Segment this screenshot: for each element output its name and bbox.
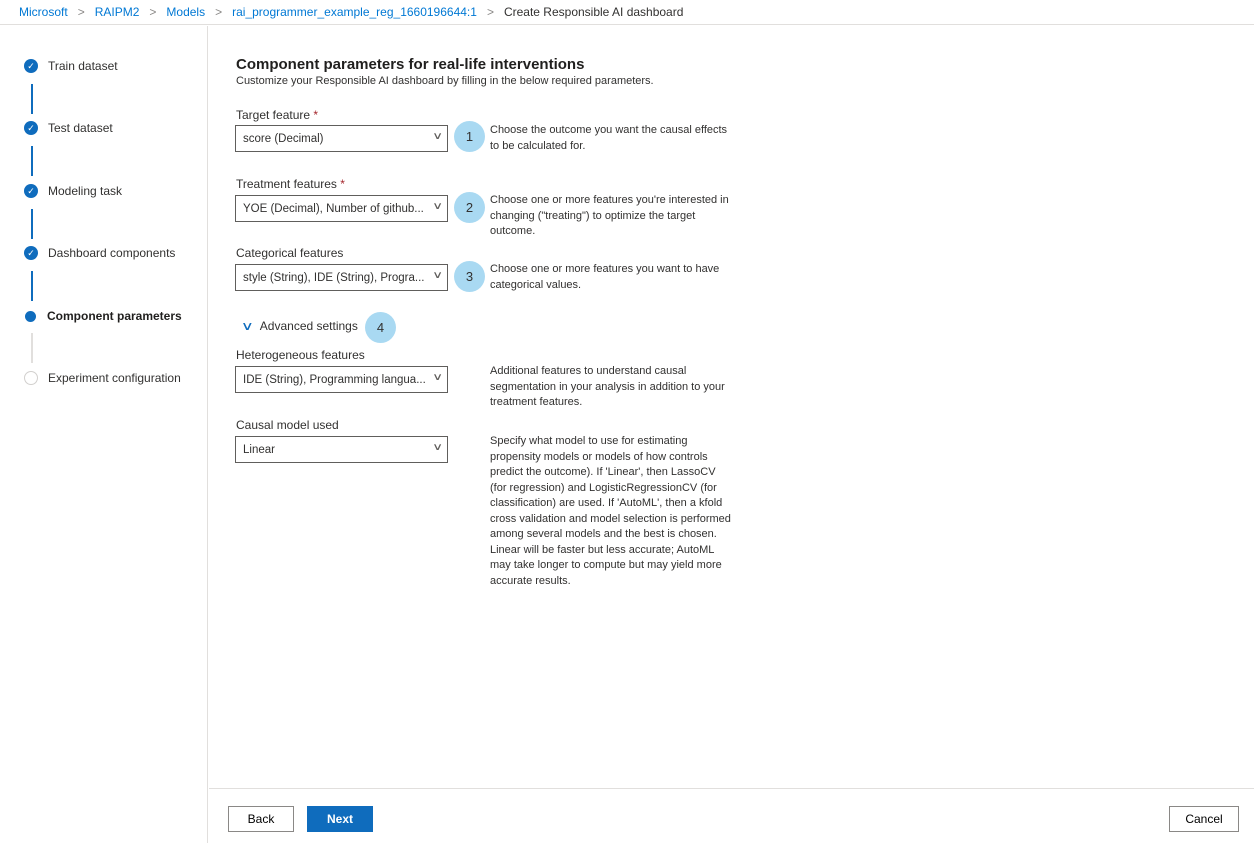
page-title: Component parameters for real-life inter… bbox=[236, 56, 585, 73]
check-circle-icon: ✓ bbox=[24, 184, 38, 198]
dropdown-value: IDE (String), Programming langua... bbox=[243, 373, 426, 386]
check-circle-icon: ✓ bbox=[24, 59, 38, 73]
breadcrumb: Microsoft > RAIPM2 > Models > rai_programme… bbox=[0, 0, 1254, 25]
breadcrumb-model[interactable]: rai_programmer_example_reg_1660196644:1 bbox=[232, 5, 477, 19]
target-feature-help: Choose the outcome you want the causal e… bbox=[490, 124, 728, 152]
heterogeneous-features-dropdown[interactable]: IDE (String), Programming langua... ∨ bbox=[235, 366, 448, 393]
step-dashboard-components[interactable]: ✓ Dashboard components bbox=[24, 246, 175, 260]
heterogeneous-features-label: Heterogeneous features bbox=[236, 348, 365, 362]
categorical-features-help: Choose one or more features you want to … bbox=[490, 263, 720, 291]
causal-model-help: Specify what model to use for estimating… bbox=[490, 435, 731, 587]
step-label: Experiment configuration bbox=[48, 371, 181, 385]
target-feature-label: Target feature * bbox=[236, 108, 319, 122]
dropdown-value: YOE (Decimal), Number of github... bbox=[243, 202, 424, 215]
callout-badge: 4 bbox=[365, 312, 396, 343]
dropdown-value: score (Decimal) bbox=[243, 132, 324, 145]
categorical-features-dropdown[interactable]: style (String), IDE (String), Progra... ∨ bbox=[235, 264, 448, 291]
next-button[interactable]: Next bbox=[307, 806, 373, 832]
callout-badge: 3 bbox=[454, 261, 485, 292]
back-button[interactable]: Back bbox=[228, 806, 294, 832]
step-label: Component parameters bbox=[47, 309, 182, 323]
step-label: Modeling task bbox=[48, 184, 123, 198]
chevron-down-icon: ∨ bbox=[431, 442, 443, 453]
breadcrumb-microsoft[interactable]: Microsoft bbox=[19, 5, 68, 19]
step-connector bbox=[31, 146, 33, 176]
step-connector bbox=[31, 209, 33, 239]
callout-badge: 2 bbox=[454, 192, 485, 223]
dropdown-value: style (String), IDE (String), Progra... bbox=[243, 271, 425, 284]
treatment-features-label: Treatment features * bbox=[236, 177, 345, 191]
check-circle-icon: ✓ bbox=[24, 121, 38, 135]
step-modeling-task[interactable]: ✓ Modeling task bbox=[24, 184, 122, 198]
heterogeneous-features-help: Additional features to understand causal… bbox=[490, 365, 725, 408]
advanced-settings-label: Advanced settings bbox=[259, 319, 358, 333]
current-dot-icon bbox=[25, 310, 36, 322]
step-component-parameters[interactable]: Component parameters bbox=[24, 309, 182, 323]
chevron-down-icon: ∨ bbox=[240, 319, 254, 333]
chevron-down-icon: ∨ bbox=[431, 270, 443, 281]
empty-circle-icon bbox=[24, 371, 38, 385]
chevron-right-icon: > bbox=[77, 5, 85, 19]
step-experiment-configuration[interactable]: Experiment configuration bbox=[24, 371, 181, 385]
cancel-button[interactable]: Cancel bbox=[1169, 806, 1239, 832]
causal-model-dropdown[interactable]: Linear ∨ bbox=[235, 436, 448, 463]
check-circle-icon: ✓ bbox=[24, 246, 38, 260]
step-label: Train dataset bbox=[48, 59, 118, 73]
dropdown-value: Linear bbox=[243, 443, 275, 456]
causal-model-label: Causal model used bbox=[236, 418, 339, 432]
page-subtitle: Customize your Responsible AI dashboard … bbox=[236, 75, 654, 87]
wizard-steps: ✓ Train dataset ✓ Test dataset ✓ Modeling t… bbox=[0, 26, 208, 843]
treatment-features-dropdown[interactable]: YOE (Decimal), Number of github... ∨ bbox=[235, 195, 448, 222]
breadcrumb-models[interactable]: Models bbox=[166, 5, 205, 19]
target-feature-dropdown[interactable]: score (Decimal) ∨ bbox=[235, 125, 448, 152]
breadcrumb-workspace[interactable]: RAIPM2 bbox=[95, 5, 140, 19]
chevron-down-icon: ∨ bbox=[431, 201, 443, 212]
categorical-features-label: Categorical features bbox=[236, 246, 344, 260]
step-connector bbox=[31, 271, 33, 301]
treatment-features-help: Choose one or more features you're inter… bbox=[490, 194, 729, 237]
breadcrumb-current: Create Responsible AI dashboard bbox=[503, 5, 684, 19]
chevron-down-icon: ∨ bbox=[431, 372, 443, 383]
chevron-down-icon: ∨ bbox=[431, 131, 443, 142]
step-label: Test dataset bbox=[48, 121, 113, 135]
chevron-right-icon: > bbox=[149, 5, 157, 19]
advanced-settings-toggle[interactable]: ∨ Advanced settings bbox=[240, 319, 358, 333]
chevron-right-icon: > bbox=[486, 5, 494, 19]
callout-badge: 1 bbox=[454, 121, 485, 152]
step-connector bbox=[31, 333, 33, 363]
step-test-dataset[interactable]: ✓ Test dataset bbox=[24, 121, 113, 135]
chevron-right-icon: > bbox=[215, 5, 223, 19]
step-train-dataset[interactable]: ✓ Train dataset bbox=[24, 59, 118, 73]
step-connector bbox=[31, 84, 33, 114]
step-label: Dashboard components bbox=[48, 246, 176, 260]
